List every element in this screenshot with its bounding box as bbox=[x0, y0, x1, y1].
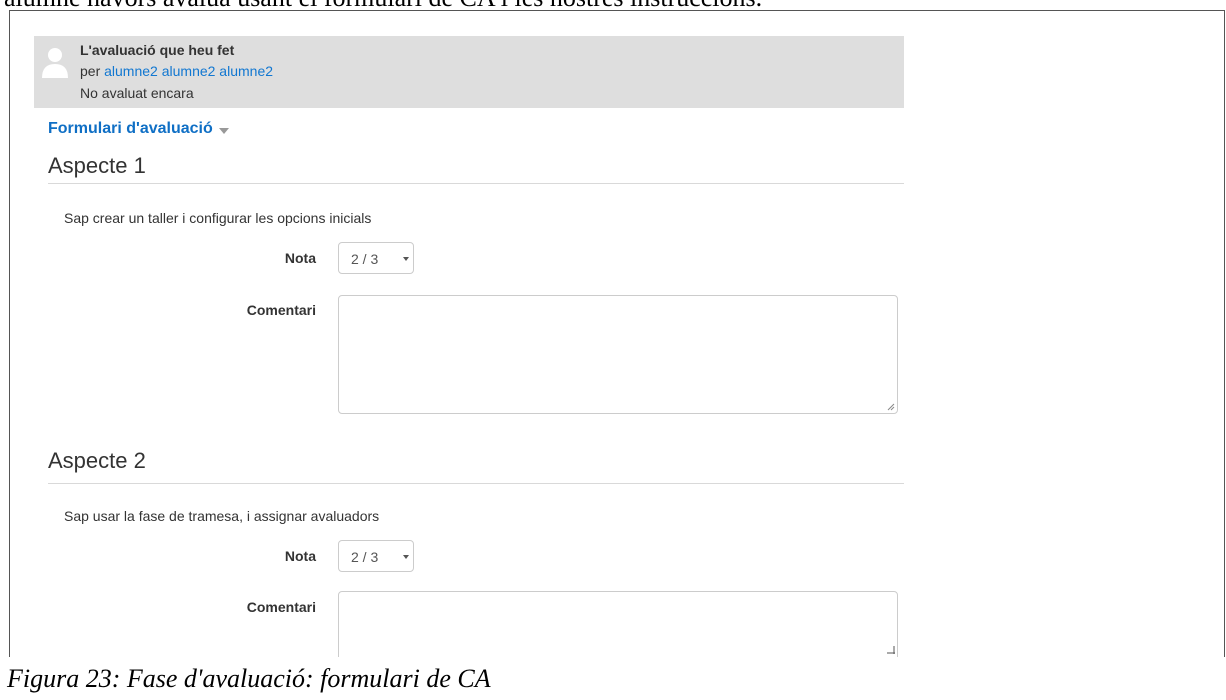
aspect-1-description: Sap crear un taller i configurar les opc… bbox=[64, 210, 372, 226]
aspect-2-comment-field[interactable] bbox=[338, 591, 898, 657]
aspect-2-description: Sap usar la fase de tramesa, i assignar … bbox=[64, 508, 380, 524]
resize-grip-icon[interactable] bbox=[887, 646, 895, 654]
aspect-1-title: Aspecte 1 bbox=[48, 153, 146, 178]
aspect-1-comment-field[interactable] bbox=[338, 295, 898, 414]
aspect-1-grade-select[interactable]: 2 / 3 bbox=[338, 242, 414, 274]
author-prefix: per bbox=[80, 63, 101, 79]
aspect-1-grade-value: 2 / 3 bbox=[351, 251, 379, 267]
assessment-title: L'avaluació que heu fet bbox=[80, 42, 235, 58]
user-avatar-icon bbox=[40, 44, 70, 80]
aspect-1-divider bbox=[48, 183, 904, 184]
document-top-text: alumne havors avalua usant el formulari … bbox=[4, 0, 1226, 10]
caret-down-icon bbox=[403, 257, 409, 261]
aspect-2-title: Aspecte 2 bbox=[48, 448, 146, 473]
resize-grip-icon[interactable] bbox=[887, 403, 895, 411]
aspect-2-comment-label: Comentari bbox=[246, 599, 316, 615]
aspect-1-comment-label: Comentari bbox=[246, 302, 316, 318]
aspect-2-grade-value: 2 / 3 bbox=[351, 549, 379, 565]
aspect-2-grade-label: Nota bbox=[284, 548, 316, 564]
aspect-2-grade-select[interactable]: 2 / 3 bbox=[338, 540, 414, 572]
caret-down-icon bbox=[403, 555, 409, 559]
assessment-header: L'avaluació que heu fet per alumne2 alum… bbox=[34, 36, 904, 108]
assessment-status: No avaluat encara bbox=[80, 85, 194, 101]
chevron-down-icon bbox=[218, 127, 229, 134]
figure-caption: Figura 23: Fase d'avaluació: formulari d… bbox=[7, 664, 491, 693]
screenshot-frame: L'avaluació que heu fet per alumne2 alum… bbox=[9, 10, 1225, 657]
aspect-2-divider bbox=[48, 483, 904, 484]
aspect-1-grade-label: Nota bbox=[284, 250, 316, 266]
form-title-label: Formulari d'avaluació bbox=[48, 120, 213, 137]
assessment-author-line: per alumne2 alumne2 alumne2 bbox=[80, 63, 273, 79]
assessment-form-toggle[interactable]: Formulari d'avaluació bbox=[48, 120, 229, 138]
author-link[interactable]: alumne2 alumne2 alumne2 bbox=[104, 63, 273, 79]
